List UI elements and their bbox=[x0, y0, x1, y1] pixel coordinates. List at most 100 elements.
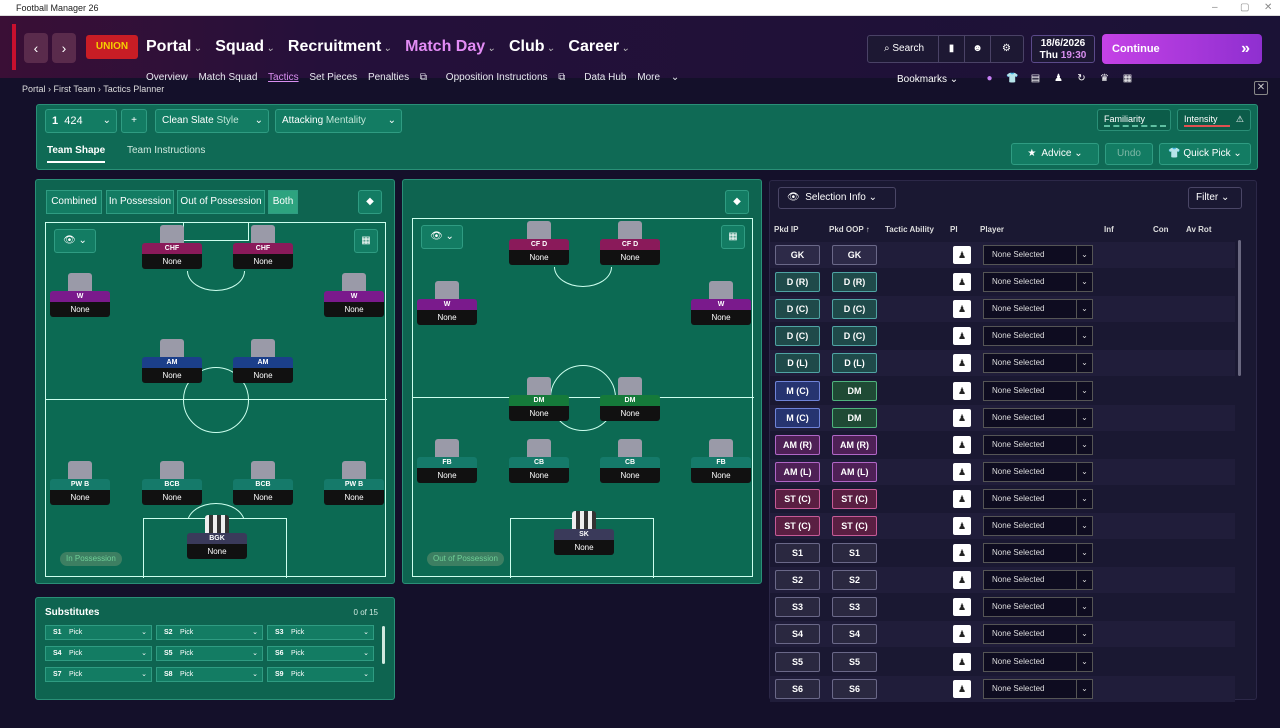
calendar-icon[interactable]: ▦ bbox=[1116, 73, 1139, 84]
subnav-tactics[interactable]: Tactics bbox=[268, 72, 299, 83]
player-select[interactable]: None Selected ⌄ bbox=[983, 516, 1093, 536]
table-row[interactable]: D (C) D (C) ♟ None Selected ⌄ bbox=[770, 323, 1235, 349]
player-instructions-icon[interactable]: ♟ bbox=[953, 571, 971, 590]
col-con[interactable]: Con bbox=[1153, 225, 1169, 234]
continue-button[interactable]: Continue » bbox=[1102, 34, 1262, 64]
expand-view-button[interactable]: ▦ bbox=[721, 225, 745, 249]
position-ip[interactable]: S5 bbox=[775, 651, 820, 672]
player-select[interactable]: None Selected ⌄ bbox=[983, 353, 1093, 374]
bookmarks-menu[interactable]: Bookmarks ⌄ bbox=[897, 74, 958, 85]
advice-button[interactable]: ★ Advice ⌄ bbox=[1011, 143, 1099, 165]
position-oop[interactable]: D (L) bbox=[832, 353, 877, 374]
close-window-icon[interactable]: ✕ bbox=[1264, 0, 1272, 16]
player-instructions-icon[interactable]: ♟ bbox=[953, 273, 971, 292]
left-player-slot[interactable]: AM None bbox=[142, 339, 202, 383]
close-panel-button[interactable]: ✕ bbox=[1254, 81, 1268, 95]
position-oop[interactable]: DM bbox=[832, 407, 877, 428]
left-player-slot[interactable]: PW B None bbox=[50, 461, 110, 505]
position-oop[interactable]: S4 bbox=[832, 624, 877, 645]
position-oop[interactable]: D (C) bbox=[832, 299, 877, 320]
substitute-slot-s4[interactable]: S4 Pick ⌄ bbox=[45, 646, 152, 661]
subnav-data-hub[interactable]: Data Hub bbox=[584, 72, 626, 83]
left-player-slot[interactable]: BGK None bbox=[187, 515, 247, 559]
position-oop[interactable]: S1 bbox=[832, 543, 877, 564]
position-oop[interactable]: S2 bbox=[832, 570, 877, 591]
position-ip[interactable]: GK bbox=[775, 245, 820, 265]
selection-info-dropdown[interactable]: 👁 Selection Info ⌄ bbox=[778, 187, 896, 209]
undo-button[interactable]: Undo bbox=[1105, 143, 1153, 165]
position-oop[interactable]: GK bbox=[832, 245, 877, 265]
player-instructions-icon[interactable]: ♟ bbox=[953, 381, 971, 400]
player-instructions-icon[interactable]: ♟ bbox=[953, 300, 971, 319]
position-ip[interactable]: ST (C) bbox=[775, 488, 820, 509]
maximize-icon[interactable]: ▢ bbox=[1240, 0, 1249, 16]
subnav-set-pieces[interactable]: Set Pieces bbox=[309, 72, 357, 83]
right-player-slot[interactable]: DM None bbox=[600, 377, 660, 421]
col-inf[interactable]: Inf bbox=[1104, 225, 1114, 234]
back-button[interactable]: ‹ bbox=[24, 33, 48, 63]
toggle-both[interactable]: Both bbox=[268, 190, 298, 214]
subnav-match-squad[interactable]: Match Squad bbox=[198, 72, 257, 83]
pitch-settings-button[interactable]: ◆ bbox=[358, 190, 382, 214]
visibility-toggle[interactable]: 👁 ⌄ bbox=[54, 229, 96, 253]
position-oop[interactable]: AM (R) bbox=[832, 434, 877, 455]
player-instructions-icon[interactable]: ♟ bbox=[953, 246, 971, 264]
left-player-slot[interactable]: BCB None bbox=[233, 461, 293, 505]
player-select[interactable]: None Selected ⌄ bbox=[983, 299, 1093, 320]
right-player-slot[interactable]: CB None bbox=[509, 439, 569, 483]
position-ip[interactable]: D (L) bbox=[775, 353, 820, 374]
player-select[interactable]: None Selected ⌄ bbox=[983, 272, 1093, 293]
substitute-slot-s7[interactable]: S7 Pick ⌄ bbox=[45, 667, 152, 682]
position-ip[interactable]: S3 bbox=[775, 597, 820, 618]
position-oop[interactable]: S5 bbox=[832, 651, 877, 672]
subnav-opposition-instructions[interactable]: Opposition Instructions ⧉ bbox=[446, 72, 574, 83]
player-select[interactable]: None Selected ⌄ bbox=[983, 651, 1093, 672]
pitch-settings-button[interactable]: ◆ bbox=[725, 190, 749, 214]
staff-icon[interactable]: ♟ bbox=[1047, 73, 1070, 84]
substitute-slot-s8[interactable]: S8 Pick ⌄ bbox=[156, 667, 263, 682]
player-select[interactable]: None Selected ⌄ bbox=[983, 380, 1093, 401]
position-oop[interactable]: D (C) bbox=[832, 326, 877, 347]
table-row[interactable]: S2 S2 ♟ None Selected ⌄ bbox=[770, 567, 1235, 594]
position-ip[interactable]: ST (C) bbox=[775, 516, 820, 536]
left-player-slot[interactable]: W None bbox=[324, 273, 384, 317]
minimize-icon[interactable]: – bbox=[1212, 0, 1218, 16]
position-ip[interactable]: D (C) bbox=[775, 299, 820, 320]
table-row[interactable]: D (R) D (R) ♟ None Selected ⌄ bbox=[770, 269, 1235, 295]
col-pkd-ip[interactable]: Pkd IP bbox=[774, 225, 798, 234]
player-instructions-icon[interactable]: ♟ bbox=[953, 598, 971, 617]
substitute-slot-s2[interactable]: S2 Pick ⌄ bbox=[156, 625, 263, 640]
right-player-slot[interactable]: FB None bbox=[691, 439, 751, 483]
tab-team-shape[interactable]: Team Shape bbox=[47, 145, 106, 163]
table-row[interactable]: M (C) DM ♟ None Selected ⌄ bbox=[770, 404, 1235, 431]
forward-button[interactable]: › bbox=[52, 33, 76, 63]
visibility-toggle[interactable]: 👁 ⌄ bbox=[421, 225, 463, 249]
left-player-slot[interactable]: BCB None bbox=[142, 461, 202, 505]
table-row[interactable]: S5 S5 ♟ None Selected ⌄ bbox=[770, 649, 1235, 675]
player-select[interactable]: None Selected ⌄ bbox=[983, 570, 1093, 591]
toggle-combined[interactable]: Combined bbox=[46, 190, 102, 214]
player-select[interactable]: None Selected ⌄ bbox=[983, 624, 1093, 645]
col-pkd-oop[interactable]: Pkd OOP ↑ bbox=[829, 225, 870, 234]
tab-team-instructions[interactable]: Team Instructions bbox=[127, 145, 205, 156]
inbox-button[interactable]: ▮ bbox=[938, 36, 964, 62]
player-select[interactable]: None Selected ⌄ bbox=[983, 678, 1093, 699]
breadcrumb-portal[interactable]: Portal bbox=[22, 84, 46, 94]
table-row[interactable]: ST (C) ST (C) ♟ None Selected ⌄ bbox=[770, 486, 1235, 512]
table-row[interactable]: AM (L) AM (L) ♟ None Selected ⌄ bbox=[770, 458, 1235, 485]
nav-career[interactable]: Career ⌄ bbox=[568, 38, 629, 56]
position-oop[interactable]: DM bbox=[832, 380, 877, 401]
substitute-slot-s1[interactable]: S1 Pick ⌄ bbox=[45, 625, 152, 640]
substitute-slot-s6[interactable]: S6 Pick ⌄ bbox=[267, 646, 374, 661]
add-tactic-button[interactable]: + bbox=[121, 109, 147, 133]
left-player-slot[interactable]: CHF None bbox=[233, 225, 293, 269]
quick-pick-button[interactable]: 👕 Quick Pick ⌄ bbox=[1159, 143, 1251, 165]
left-player-slot[interactable]: CHF None bbox=[142, 225, 202, 269]
style-dropdown[interactable]: Clean Slate Style ⌄ bbox=[155, 109, 269, 133]
toggle-in-possession[interactable]: In Possession bbox=[106, 190, 174, 214]
right-player-slot[interactable]: FB None bbox=[417, 439, 477, 483]
right-player-slot[interactable]: W None bbox=[417, 281, 477, 325]
player-instructions-icon[interactable]: ♟ bbox=[953, 327, 971, 346]
player-instructions-icon[interactable]: ♟ bbox=[953, 408, 971, 427]
col-tactic-ability[interactable]: Tactic Ability bbox=[885, 225, 934, 234]
